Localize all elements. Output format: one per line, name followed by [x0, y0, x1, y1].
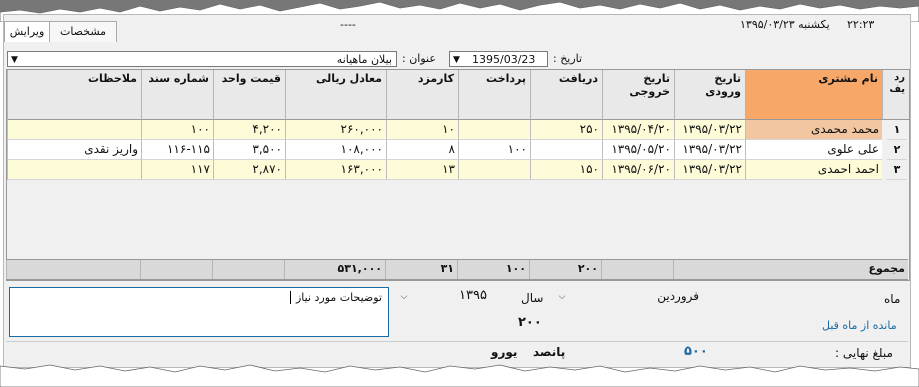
totals-label: مجموع	[868, 262, 905, 275]
cell-notes[interactable]	[7, 160, 141, 180]
cell-customer-name[interactable]: علی علوی	[745, 140, 882, 160]
month-select[interactable]: ⌵ فروردین	[555, 287, 705, 307]
row-number[interactable]: ۲	[887, 140, 907, 160]
column-header-notes[interactable]: ملاحظات	[7, 70, 141, 120]
torn-edge-bottom	[0, 364, 919, 387]
text-cursor	[290, 291, 295, 304]
final-currency: یورو	[491, 345, 518, 359]
cell-paid[interactable]	[458, 120, 530, 140]
cell-notes[interactable]: واریز نقدی	[7, 140, 141, 160]
column-header-customer-name[interactable]: نام مشتری	[745, 70, 882, 120]
year-select[interactable]: ⌵ ۱۳۹۵	[397, 287, 509, 307]
notes-text: توضیحات مورد نیاز	[295, 291, 382, 304]
cell-exit-date[interactable]: ۱۳۹۵/۰۶/۲۰	[602, 160, 674, 180]
cell-exit-date[interactable]: ۱۳۹۵/۰۵/۲۰	[602, 140, 674, 160]
total-received: ۲۰۰	[529, 260, 601, 279]
row-number[interactable]: ۱	[887, 120, 907, 140]
cell-notes[interactable]	[7, 120, 141, 140]
cell-commission[interactable]: ۱۰	[386, 120, 458, 140]
chevron-down-icon: ▼	[11, 55, 18, 65]
column-header-commission[interactable]: کارمزد	[386, 70, 458, 120]
cell-paid[interactable]: ۱۰۰	[458, 140, 530, 160]
divider	[6, 341, 908, 342]
cell-paid[interactable]	[458, 160, 530, 180]
month-label: ماه	[884, 292, 901, 306]
cell-rial-equivalent[interactable]: ۱۰۸,۰۰۰	[285, 140, 386, 160]
cell-unit-price[interactable]: ۳,۵۰۰	[213, 140, 285, 160]
status-dashes: ----	[340, 18, 356, 31]
column-header-exit-date[interactable]: تاریخ خروجی	[602, 70, 674, 120]
total-commission: ۳۱	[385, 260, 457, 279]
cell-rial-equivalent[interactable]: ۲۶۰,۰۰۰	[285, 120, 386, 140]
total-rial-equivalent: ۵۳۱,۰۰۰	[284, 260, 385, 279]
cell-entry-date[interactable]: ۱۳۹۵/۰۳/۲۲	[674, 160, 745, 180]
previous-month-balance-label: مانده از ماه قبل	[822, 319, 897, 332]
month-value: فروردین	[657, 289, 699, 303]
final-amount-label: مبلغ نهایی :	[835, 346, 893, 360]
cell-rial-equivalent[interactable]: ۱۶۳,۰۰۰	[285, 160, 386, 180]
cell-unit-price[interactable]: ۴,۲۰۰	[213, 120, 285, 140]
total-cell	[601, 260, 673, 279]
current-date: یکشنبه ۱۳۹۵/۰۳/۲۳	[740, 18, 830, 31]
chevron-down-icon: ▼	[453, 55, 460, 65]
cell-document-number[interactable]: ۱۱۷	[141, 160, 213, 180]
totals-row: مجموع ۲۰۰ ۱۰۰ ۳۱ ۵۳۱,۰۰۰	[6, 259, 908, 280]
chevron-down-icon: ⌵	[558, 292, 566, 302]
chevron-down-icon: ⌵	[400, 292, 408, 302]
year-value: ۱۳۹۵	[459, 288, 487, 303]
notes-textarea[interactable]: توضیحات مورد نیاز	[9, 287, 389, 337]
total-paid: ۱۰۰	[457, 260, 529, 279]
title-select[interactable]: ▼ بیلان ماهیانه	[7, 51, 397, 67]
final-amount-words: پانصد	[533, 345, 566, 359]
column-header-unit-price[interactable]: قیمت واحد	[213, 70, 285, 120]
cell-received[interactable]: ۲۵۰	[530, 120, 602, 140]
cell-commission[interactable]: ۸	[386, 140, 458, 160]
tab-details[interactable]: مشخصات	[49, 21, 117, 42]
cell-entry-date[interactable]: ۱۳۹۵/۰۳/۲۲	[674, 120, 745, 140]
total-cell	[140, 260, 212, 279]
cell-exit-date[interactable]: ۱۳۹۵/۰۴/۲۰	[602, 120, 674, 140]
date-label: تاریخ :	[553, 52, 583, 65]
cell-commission[interactable]: ۱۳	[386, 160, 458, 180]
year-label: سال	[521, 291, 544, 305]
cell-received[interactable]: ۱۵۰	[530, 160, 602, 180]
title-value: بیلان ماهیانه	[336, 53, 392, 66]
tab-edit[interactable]: ویرایش	[4, 21, 50, 42]
clock-time: ۲۲:۲۳	[847, 18, 875, 31]
cell-received[interactable]	[530, 140, 602, 160]
cell-entry-date[interactable]: ۱۳۹۵/۰۳/۲۲	[674, 140, 745, 160]
column-header-rial-equivalent[interactable]: معادل ریالی	[285, 70, 386, 120]
total-cell	[212, 260, 284, 279]
previous-month-balance-value: ۲۰۰	[518, 315, 542, 330]
total-cell	[673, 260, 744, 279]
title-label: عنوان :	[402, 52, 436, 65]
cell-customer-name[interactable]: محمد محمدی	[745, 120, 882, 140]
column-header-paid[interactable]: پرداخت	[458, 70, 530, 120]
row-number[interactable]: ۳	[887, 160, 907, 180]
cell-customer-name[interactable]: احمد احمدی	[745, 160, 882, 180]
data-grid[interactable]: رد یف نام مشتری تاریخ ورودی تاریخ خروجی …	[6, 69, 910, 281]
cell-document-number[interactable]: ۱۰۰	[141, 120, 213, 140]
date-value: 1395/03/23	[472, 53, 536, 66]
cell-unit-price[interactable]: ۲,۸۷۰	[213, 160, 285, 180]
column-header-received[interactable]: دریافت	[530, 70, 602, 120]
column-header-entry-date[interactable]: تاریخ ورودی	[674, 70, 745, 120]
date-picker[interactable]: ▼ 1395/03/23	[449, 51, 548, 67]
final-amount-number: ۵۰۰	[684, 344, 708, 359]
column-header-row-number[interactable]: رد یف	[882, 70, 909, 120]
cell-document-number[interactable]: ۱۱۶-۱۱۵	[141, 140, 213, 160]
total-cell	[6, 260, 140, 279]
column-header-document-number[interactable]: شماره سند	[141, 70, 213, 120]
